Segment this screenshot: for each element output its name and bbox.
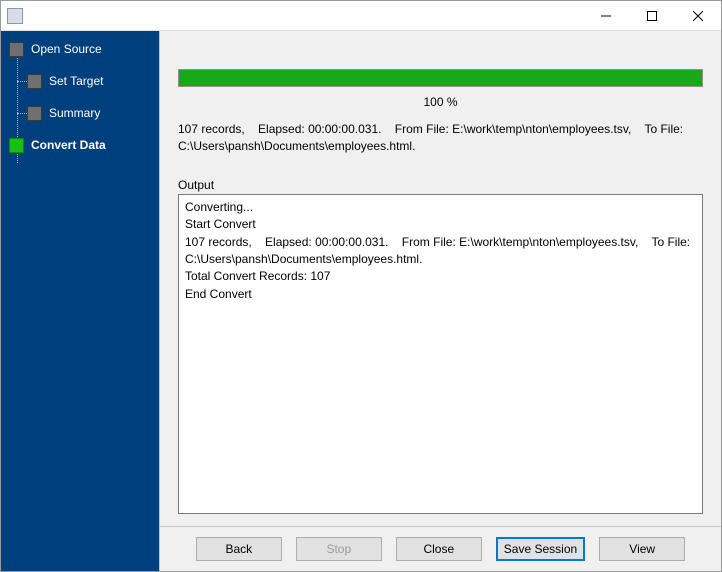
maximize-icon (647, 11, 657, 21)
main-panel: 100 % 107 records, Elapsed: 00:00:00.031… (159, 31, 721, 571)
minimize-button[interactable] (583, 1, 629, 30)
titlebar (1, 1, 721, 31)
step-open-source[interactable]: Open Source (1, 37, 159, 61)
progress-bar (178, 69, 703, 87)
maximize-button[interactable] (629, 1, 675, 30)
step-label: Summary (49, 106, 100, 120)
conversion-summary: 107 records, Elapsed: 00:00:00.031. From… (178, 121, 703, 156)
step-convert-data[interactable]: Convert Data (1, 133, 159, 157)
app-icon (7, 8, 23, 24)
progress-percent-label: 100 % (178, 91, 703, 121)
close-button[interactable]: Close (396, 537, 482, 561)
output-textarea[interactable]: Converting... Start Convert 107 records,… (178, 194, 703, 514)
output-label: Output (178, 178, 703, 192)
step-box-icon (27, 106, 42, 121)
progress-fill (179, 70, 702, 86)
save-session-button[interactable]: Save Session (496, 537, 585, 561)
sidebar: Open Source Set Target Summary Convert D… (1, 31, 159, 571)
back-button[interactable]: Back (196, 537, 282, 561)
step-label: Set Target (49, 74, 103, 88)
step-box-icon (9, 138, 24, 153)
close-window-button[interactable] (675, 1, 721, 30)
stop-button: Stop (296, 537, 382, 561)
body: Open Source Set Target Summary Convert D… (1, 31, 721, 571)
main-content: 100 % 107 records, Elapsed: 00:00:00.031… (160, 31, 721, 526)
step-box-icon (9, 42, 24, 57)
app-window: Open Source Set Target Summary Convert D… (0, 0, 722, 572)
step-label: Open Source (31, 42, 102, 56)
wizard-steps: Open Source Set Target Summary Convert D… (1, 37, 159, 157)
step-label: Convert Data (31, 138, 106, 152)
titlebar-left (1, 8, 29, 24)
progress-container (178, 69, 703, 87)
step-set-target[interactable]: Set Target (1, 69, 159, 93)
step-box-icon (27, 74, 42, 89)
window-controls (583, 1, 721, 30)
button-bar: Back Stop Close Save Session View (160, 526, 721, 571)
step-summary[interactable]: Summary (1, 101, 159, 125)
view-button[interactable]: View (599, 537, 685, 561)
minimize-icon (601, 11, 611, 21)
close-icon (693, 11, 703, 21)
